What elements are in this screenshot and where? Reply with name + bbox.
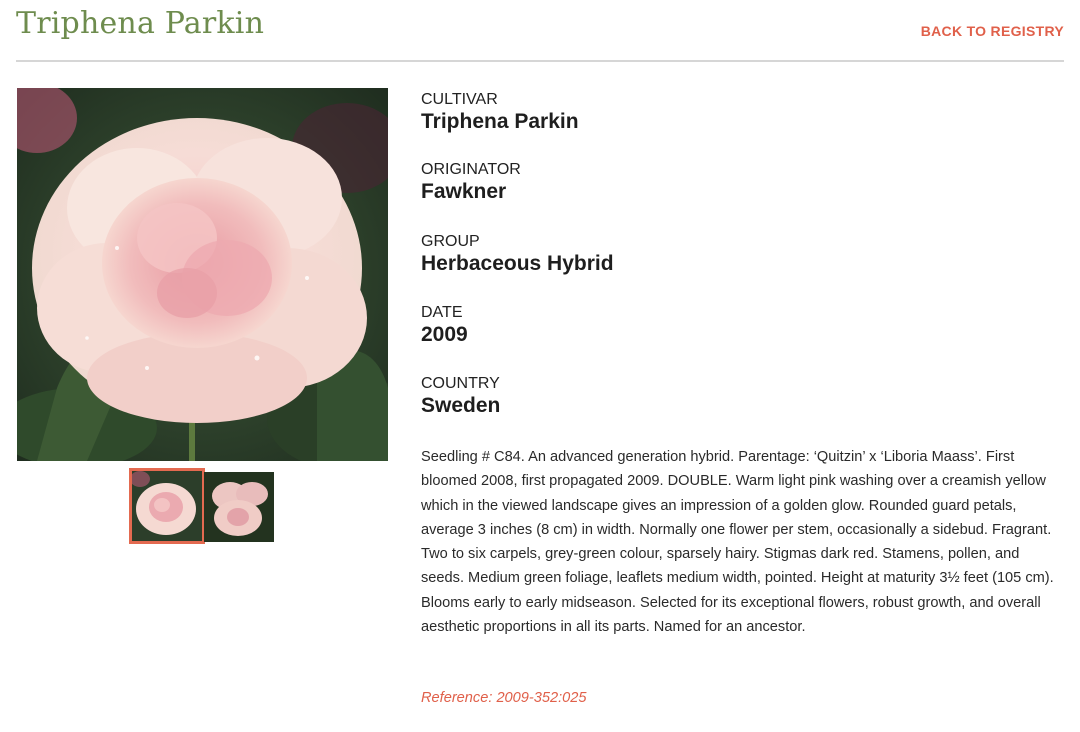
field-value: Herbaceous Hybrid xyxy=(421,252,614,275)
field-group: GROUP Herbaceous Hybrid xyxy=(421,232,614,276)
field-label: ORIGINATOR xyxy=(421,161,521,178)
main-flower-photo xyxy=(17,88,388,461)
field-label: GROUP xyxy=(421,233,480,250)
field-value: Fawkner xyxy=(421,180,507,203)
field-value: 2009 xyxy=(421,323,468,346)
thumbnail-1-selected[interactable] xyxy=(129,468,205,544)
field-label: COUNTRY xyxy=(421,375,500,392)
field-date: DATE 2009 xyxy=(421,303,468,347)
field-cultivar: CULTIVAR Triphena Parkin xyxy=(421,90,579,134)
field-country: COUNTRY Sweden xyxy=(421,374,500,418)
cultivar-description: Seedling # C84. An advanced generation h… xyxy=(421,449,1054,636)
field-value: Triphena Parkin xyxy=(421,110,579,133)
thumbnail-gallery xyxy=(129,468,279,546)
thumbnail-2[interactable] xyxy=(204,472,274,542)
field-value: Sweden xyxy=(421,394,501,417)
page-title: Triphena Parkin xyxy=(16,6,265,41)
field-label: CULTIVAR xyxy=(421,91,498,108)
page-header: Triphena Parkin BACK TO REGISTRY xyxy=(16,0,1064,62)
back-to-registry-link[interactable]: BACK TO REGISTRY xyxy=(921,23,1064,39)
registry-reference: Reference: 2009-352:025 xyxy=(421,690,587,706)
field-originator: ORIGINATOR Fawkner xyxy=(421,160,521,204)
field-label: DATE xyxy=(421,304,463,321)
